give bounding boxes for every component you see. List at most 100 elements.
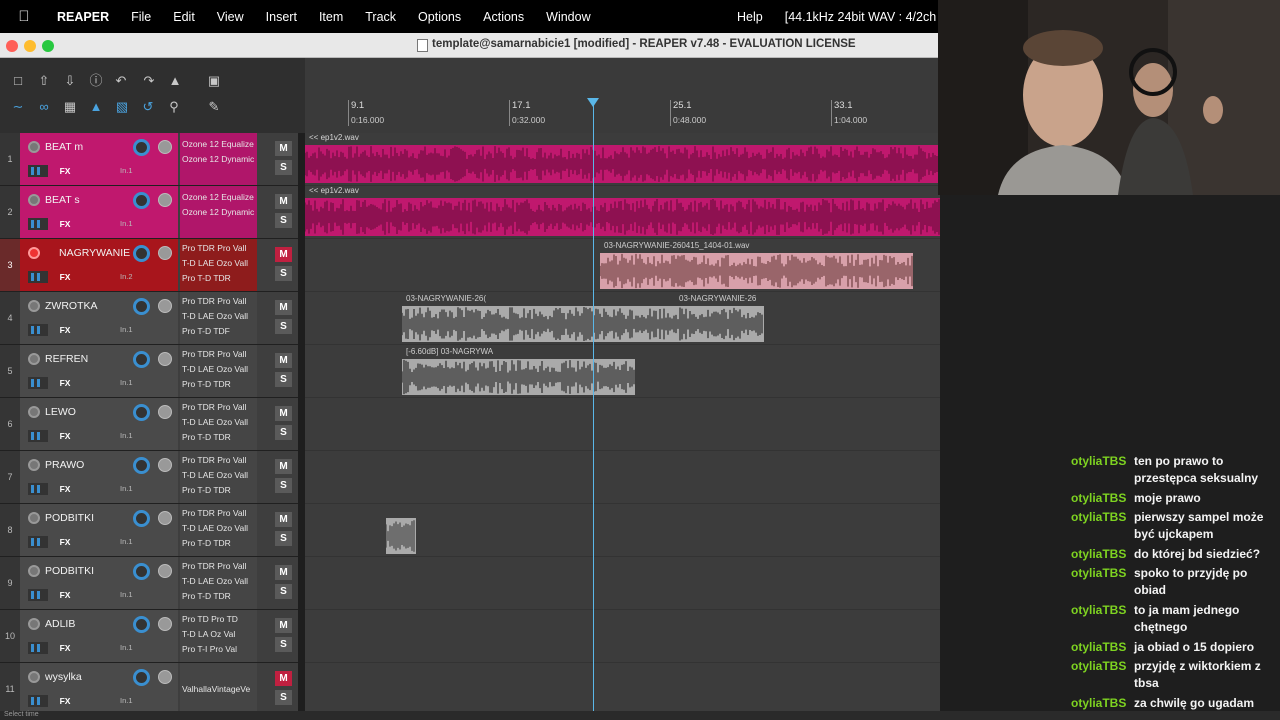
fx-slot[interactable]: Pro T-D TDR <box>182 377 256 391</box>
fx-slot[interactable]: T-D LAE Ozo Vall <box>182 521 256 535</box>
track-name[interactable]: REFREN <box>25 351 130 367</box>
fx-slot[interactable]: Pro T-D TDR <box>182 430 256 444</box>
pan-knob[interactable] <box>158 352 172 366</box>
track-lane[interactable] <box>305 451 940 504</box>
fx-slot[interactable]: T-D LAE Ozo Vall <box>182 415 256 429</box>
fx-chain-list[interactable]: Pro TD Pro TD T-D LA Oz Val Pro T-I Pro Va… <box>180 610 257 662</box>
fx-slot[interactable]: Ozone 12 Dynamic <box>182 205 256 219</box>
menu-track[interactable]: Track <box>354 10 407 24</box>
playhead[interactable] <box>593 100 594 711</box>
fx-chain-list[interactable]: Ozone 12 Equalize Ozone 12 Dynamic <box>180 133 257 185</box>
track-row[interactable]: 6 LEWO FX In.1 Pro TDR Pro Vall T-D LAE Ozo V… <box>0 398 298 451</box>
solo-button[interactable]: S <box>275 372 292 387</box>
fx-chain-list[interactable]: Pro TDR Pro Vall T-D LAE Ozo Vall Pro T-D … <box>180 345 257 397</box>
menu-window[interactable]: Window <box>535 10 601 24</box>
fx-chain-list[interactable]: Pro TDR Pro Vall T-D LAE Ozo Vall Pro T-D … <box>180 451 257 503</box>
solo-button[interactable]: S <box>275 319 292 334</box>
beat-s-item[interactable]: << ep1v2.wav <box>305 186 940 236</box>
fx-slot[interactable]: Pro TDR Pro Vall <box>182 241 256 255</box>
track-name[interactable]: NAGRYWANIE <box>25 245 130 261</box>
volume-knob[interactable] <box>133 192 150 209</box>
pan-knob[interactable] <box>158 511 172 525</box>
fx-button[interactable]: FX <box>55 323 75 337</box>
fx-slot[interactable]: Pro TDR Pro Vall <box>182 294 256 308</box>
mute-button[interactable]: M <box>275 671 292 686</box>
track-name[interactable]: ZWROTKA <box>25 298 130 314</box>
volume-knob[interactable] <box>133 351 150 368</box>
project-settings-icon[interactable]: ⓘ <box>87 72 105 90</box>
fx-slot[interactable]: Pro T-D TDR <box>182 589 256 603</box>
volume-knob[interactable] <box>133 245 150 262</box>
menu-help[interactable]: Help <box>726 10 774 24</box>
fx-slot[interactable]: Pro TD Pro TD <box>182 612 256 626</box>
mute-button[interactable]: M <box>275 194 292 209</box>
fx-slot[interactable]: Pro T-D TDF <box>182 324 256 338</box>
refren-item[interactable]: [-6.60dB] 03-NAGRYWA <box>402 347 635 395</box>
redo-icon[interactable]: ↷ <box>140 72 158 90</box>
track-lane[interactable] <box>305 610 940 663</box>
snap-grid-icon[interactable]: ▦ <box>61 98 79 116</box>
metronome-icon[interactable]: ▲ <box>166 72 184 90</box>
volume-knob[interactable] <box>133 457 150 474</box>
input-selector[interactable]: In.1 <box>120 217 170 231</box>
fx-chain-list[interactable]: Pro TDR Pro Vall T-D LAE Ozo Vall Pro T-D … <box>180 557 257 609</box>
pan-knob[interactable] <box>158 140 172 154</box>
mute-button[interactable]: M <box>275 565 292 580</box>
nagrywanie-item[interactable]: 03-NAGRYWANIE-260415_1404-01.wav <box>600 241 913 289</box>
track-name[interactable]: ADLIB <box>25 616 130 632</box>
undo-icon[interactable]: ↶ <box>112 72 130 90</box>
fx-slot[interactable]: T-D LAE Ozo Vall <box>182 574 256 588</box>
volume-knob[interactable] <box>133 563 150 580</box>
fx-slot[interactable]: T-D LAE Ozo Vall <box>182 256 256 270</box>
pencil-icon[interactable]: ✎ <box>205 98 223 116</box>
solo-button[interactable]: S <box>275 584 292 599</box>
solo-button[interactable]: S <box>275 637 292 652</box>
minimize-window-button[interactable] <box>24 40 36 52</box>
fx-chain-list[interactable]: Pro TDR Pro Vall T-D LAE Ozo Vall Pro T-D … <box>180 398 257 450</box>
playhead-marker[interactable] <box>587 98 599 107</box>
grid-toggle-icon[interactable]: ▣ <box>205 72 223 90</box>
save-project-icon[interactable]: ⇩ <box>61 72 79 90</box>
menu-edit[interactable]: Edit <box>162 10 206 24</box>
input-selector[interactable]: In.1 <box>120 164 170 178</box>
fx-slot[interactable]: T-D LAE Ozo Vall <box>182 309 256 323</box>
fx-chain-list[interactable]: ValhallaVintageVe <box>180 663 257 715</box>
solo-button[interactable]: S <box>275 478 292 493</box>
fx-button[interactable]: FX <box>55 641 75 655</box>
input-selector[interactable]: In.1 <box>120 641 170 655</box>
volume-knob[interactable] <box>133 298 150 315</box>
fx-button[interactable]: FX <box>55 270 75 284</box>
track-lane[interactable] <box>305 398 940 451</box>
track-row[interactable]: 7 PRAWO FX In.1 Pro TDR Pro Vall T-D LAE Ozo … <box>0 451 298 504</box>
lock-icon[interactable]: ⚲ <box>165 98 183 116</box>
track-lane[interactable] <box>305 557 940 610</box>
track-row[interactable]: 3 NAGRYWANIE FX In.2 Pro TDR Pro Vall T-D LAE… <box>0 239 298 292</box>
menu-app[interactable]: REAPER <box>46 10 120 24</box>
fx-button[interactable]: FX <box>55 482 75 496</box>
track-name[interactable]: PRAWO <box>25 457 130 473</box>
arrange-view[interactable]: << ep1v2.wav << ep1v2.wav 03-NAGRYWANIE-26… <box>305 133 940 716</box>
pan-knob[interactable] <box>158 405 172 419</box>
beat-m-item[interactable]: << ep1v2.wav <box>305 133 940 183</box>
solo-button[interactable]: S <box>275 160 292 175</box>
track-row[interactable]: 9 PODBITKI FX In.1 Pro TDR Pro Vall T-D LAE O… <box>0 557 298 610</box>
close-window-button[interactable] <box>6 40 18 52</box>
track-row[interactable]: 5 REFREN FX In.1 Pro TDR Pro Vall T-D LAE Ozo… <box>0 345 298 398</box>
volume-knob[interactable] <box>133 510 150 527</box>
menu-item[interactable]: Item <box>308 10 354 24</box>
mute-button[interactable]: M <box>275 300 292 315</box>
fx-slot[interactable]: Pro TDR Pro Vall <box>182 400 256 414</box>
zoom-window-button[interactable] <box>42 40 54 52</box>
mute-button[interactable]: M <box>275 459 292 474</box>
pan-knob[interactable] <box>158 617 172 631</box>
menu-insert[interactable]: Insert <box>255 10 308 24</box>
ripple-edit-icon[interactable]: ∼ <box>9 98 27 116</box>
menu-options[interactable]: Options <box>407 10 472 24</box>
mute-button[interactable]: M <box>275 247 292 262</box>
volume-knob[interactable] <box>133 404 150 421</box>
auto-crossfade-icon[interactable]: ▲ <box>87 98 105 116</box>
fx-chain-list[interactable]: Ozone 12 Equalize Ozone 12 Dynamic <box>180 186 257 238</box>
input-selector[interactable]: In.1 <box>120 588 170 602</box>
track-row[interactable]: 10 ADLIB FX In.1 Pro TD Pro TD T-D LA Oz Val P… <box>0 610 298 663</box>
mute-button[interactable]: M <box>275 141 292 156</box>
